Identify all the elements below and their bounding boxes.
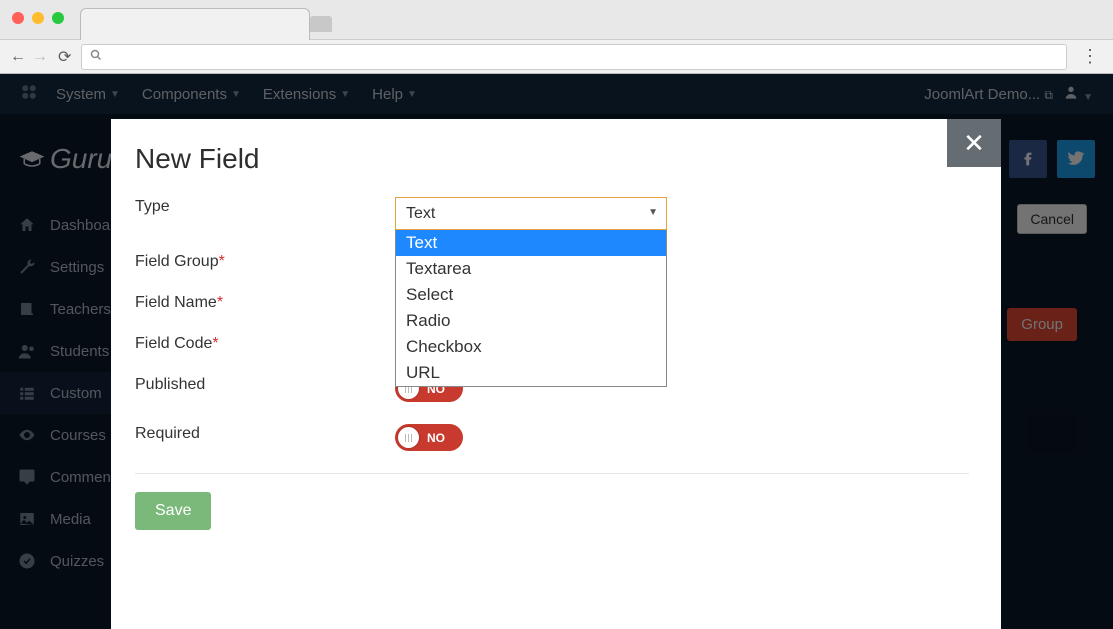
modal-title: New Field bbox=[135, 143, 969, 175]
browser-menu-icon[interactable]: ⋮ bbox=[1077, 46, 1103, 67]
browser-new-tab[interactable] bbox=[310, 16, 332, 32]
close-icon: ✕ bbox=[963, 128, 985, 159]
type-option-checkbox[interactable]: Checkbox bbox=[396, 334, 666, 360]
type-select[interactable]: Text ▼ bbox=[395, 197, 667, 230]
save-button[interactable]: Save bbox=[135, 492, 211, 530]
browser-tabs bbox=[80, 0, 310, 40]
window-minimize-button[interactable] bbox=[32, 12, 44, 24]
nav-back-icon[interactable]: ← bbox=[10, 48, 26, 66]
window-maximize-button[interactable] bbox=[52, 12, 64, 24]
browser-chrome bbox=[0, 0, 1113, 40]
new-field-modal: ✕ New Field Type Text ▼ Text Textarea Se… bbox=[111, 119, 1001, 629]
window-controls bbox=[12, 12, 64, 24]
reload-icon[interactable]: ⟳ bbox=[58, 47, 71, 67]
browser-toolbar: ← → ⟳ ⋮ bbox=[0, 40, 1113, 74]
label-field-name: Field Name* bbox=[135, 293, 395, 312]
nav-forward-icon: → bbox=[32, 48, 48, 66]
search-icon bbox=[90, 48, 102, 66]
chevron-down-icon: ▼ bbox=[648, 207, 658, 218]
url-input[interactable] bbox=[108, 49, 1058, 64]
window-close-button[interactable] bbox=[12, 12, 24, 24]
modal-close-button[interactable]: ✕ bbox=[947, 119, 1001, 167]
type-option-radio[interactable]: Radio bbox=[396, 308, 666, 334]
address-bar[interactable] bbox=[81, 44, 1067, 70]
type-option-url[interactable]: URL bbox=[396, 360, 666, 386]
toggle-knob-icon bbox=[398, 427, 419, 448]
type-option-select[interactable]: Select bbox=[396, 282, 666, 308]
type-select-value: Text bbox=[406, 205, 435, 223]
label-field-group: Field Group* bbox=[135, 252, 395, 271]
label-type: Type bbox=[135, 197, 395, 216]
required-toggle-value: NO bbox=[427, 431, 445, 445]
required-toggle[interactable]: NO bbox=[395, 424, 463, 451]
type-dropdown: Text Textarea Select Radio Checkbox URL bbox=[395, 230, 667, 387]
label-published: Published bbox=[135, 375, 395, 394]
type-option-text[interactable]: Text bbox=[396, 230, 666, 256]
browser-tab[interactable] bbox=[80, 8, 310, 40]
type-option-textarea[interactable]: Textarea bbox=[396, 256, 666, 282]
label-field-code: Field Code* bbox=[135, 334, 395, 353]
divider bbox=[135, 473, 969, 474]
label-required: Required bbox=[135, 424, 395, 443]
